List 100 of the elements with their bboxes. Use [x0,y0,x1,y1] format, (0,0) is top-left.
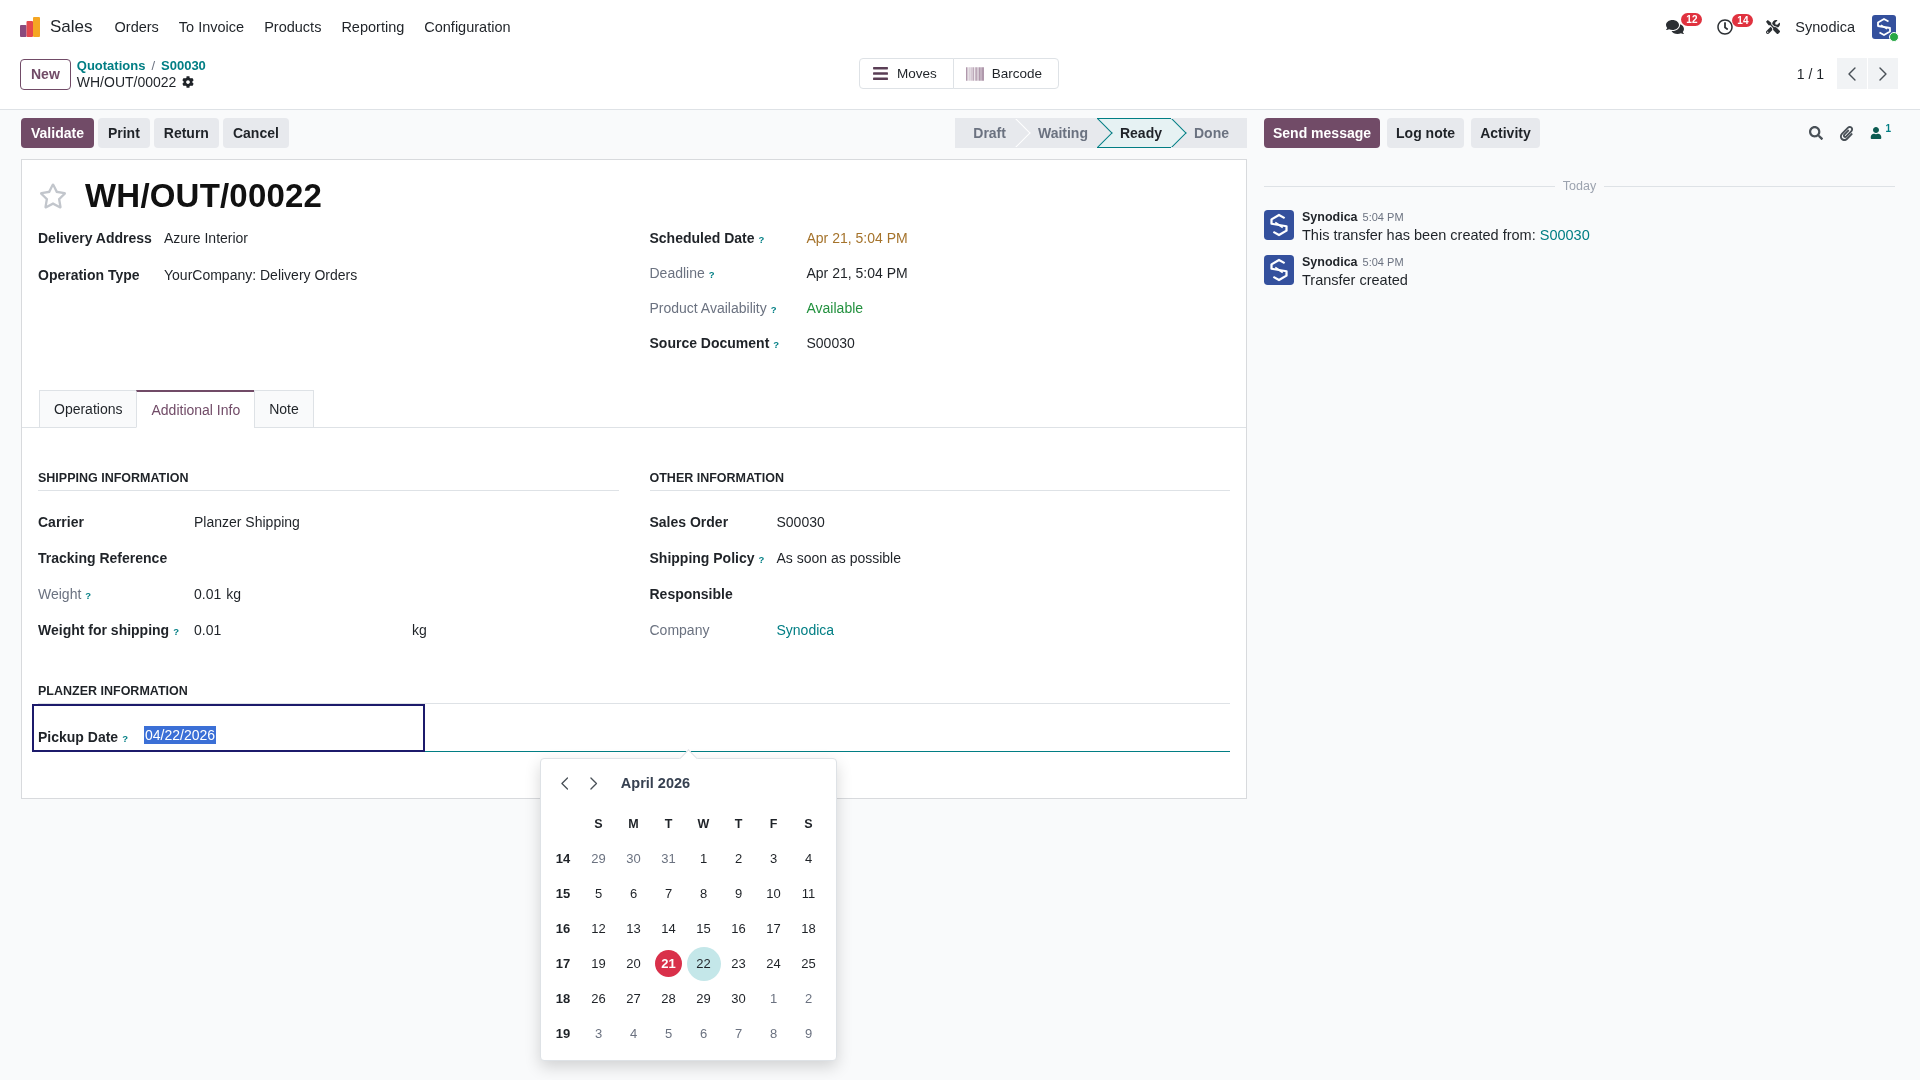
calendar-day[interactable]: 24 [756,946,791,981]
action-button[interactable]: Print [97,118,150,148]
calendar-day[interactable]: 20 [616,946,651,981]
field-label: Tracking Reference [38,550,168,566]
calendar-day[interactable]: 25 [791,946,826,981]
star-icon[interactable] [39,182,68,210]
tab[interactable]: Additional Info [136,390,256,428]
tab[interactable]: Note [254,390,314,428]
help-marker[interactable]: ? [122,733,128,744]
status-stage[interactable]: Draft [955,118,1015,148]
calendar-day[interactable]: 7 [721,1016,756,1051]
week-number: 17 [555,956,571,971]
calendar-day[interactable]: 10 [756,876,791,911]
help-marker[interactable]: ? [773,339,780,350]
calendar-day[interactable]: 26 [581,981,616,1016]
calendar-day[interactable]: 4 [791,841,826,876]
calendar-day[interactable]: 27 [616,981,651,1016]
calendar-day[interactable]: 2 [791,981,826,1016]
tools-icon[interactable] [1766,20,1781,34]
help-marker[interactable]: ? [758,234,765,245]
menu-item[interactable]: Configuration [424,19,511,35]
calendar-day[interactable]: 5 [581,876,616,911]
calendar-day[interactable]: 3 [756,841,791,876]
calendar-day[interactable]: 28 [651,981,686,1016]
calendar-day[interactable]: 3 [581,1016,616,1051]
menu-item[interactable]: Reporting [341,19,405,35]
search-icon[interactable] [1809,126,1824,140]
clock-icon[interactable] [1717,19,1734,35]
help-marker[interactable]: ? [85,590,92,601]
week-number: 18 [555,991,571,1006]
action-button[interactable]: Cancel [222,118,289,148]
breadcrumb-link[interactable]: Quotations [76,58,146,74]
breadcrumb-link[interactable]: S00030 [161,58,206,74]
calendar-day[interactable]: 4 [616,1016,651,1051]
calendar-day[interactable]: 9 [791,1016,826,1051]
calendar-day[interactable]: 21 [655,950,682,977]
action-button[interactable]: Return [153,118,219,148]
calendar-day[interactable]: 12 [581,911,616,946]
date-input[interactable]: 04/22/2026 [144,725,1230,752]
menu-item[interactable]: Products [264,19,322,35]
tab[interactable]: Operations [39,390,138,428]
calendar-day[interactable]: 11 [791,876,826,911]
calendar-day[interactable]: 9 [721,876,756,911]
calendar-day[interactable]: 30 [616,841,651,876]
app-name[interactable]: Sales [50,17,93,37]
paperclip-icon[interactable] [1839,125,1855,141]
record-link[interactable]: S00030 [1539,227,1590,243]
field-value: Apr 21, 5:04 PM [806,265,908,281]
notification-badge: 14 [1732,14,1754,27]
calendar-day[interactable]: 13 [616,911,651,946]
gear-icon[interactable] [182,76,195,88]
app-logo-icon[interactable] [20,17,40,37]
calendar-day[interactable]: 19 [581,946,616,981]
calendar-day[interactable]: 29 [581,841,616,876]
previous-month-button[interactable] [561,776,569,790]
calendar-day[interactable]: 16 [721,911,756,946]
chatter-button[interactable]: Send message [1264,118,1381,148]
help-marker[interactable]: ? [758,554,765,565]
calendar-day[interactable]: 7 [651,876,686,911]
field-value: 0.01 [194,622,222,638]
calendar-day[interactable]: 1 [686,841,721,876]
date-divider-label: Today [1562,179,1597,193]
calendar-day[interactable]: 17 [756,911,791,946]
help-marker[interactable]: ? [173,626,179,637]
next-month-button[interactable] [590,776,598,790]
calendar-day[interactable]: 31 [651,841,686,876]
menu-item[interactable]: Orders [114,19,159,35]
calendar-day[interactable]: 30 [721,981,756,1016]
calendar-day[interactable]: 23 [721,946,756,981]
calendar-day[interactable]: 2 [721,841,756,876]
field-value: 0.01 [194,586,222,602]
menu-item[interactable]: To Invoice [178,19,245,35]
calendar-day[interactable]: 29 [686,981,721,1016]
chatter-button[interactable]: Activity [1471,118,1540,148]
calendar-day[interactable]: 6 [686,1016,721,1051]
calendar-day[interactable]: 18 [791,911,826,946]
calendar-day[interactable]: 22 [686,946,721,981]
chatter-button[interactable]: Log note [1387,118,1465,148]
person-icon[interactable] [1870,127,1883,139]
smart-button[interactable]: Barcode [952,58,1060,89]
action-button[interactable]: Validate [21,118,94,148]
calendar-day[interactable]: 14 [651,911,686,946]
field-label: Weight [38,586,82,602]
calendar-day[interactable]: 6 [616,876,651,911]
field-label: Operation Type [38,267,140,283]
field-value: Azure Interior [164,230,249,246]
smart-button[interactable]: Moves [858,58,954,89]
calendar-day[interactable]: 8 [756,1016,791,1051]
calendar-day[interactable]: 8 [686,876,721,911]
calendar-day[interactable]: 5 [651,1016,686,1051]
weekday-label: T [734,816,743,831]
help-marker[interactable]: ? [708,269,715,280]
user-name[interactable]: Synodica [1795,19,1855,35]
chat-icon[interactable] [1666,18,1685,36]
new-button[interactable]: New [20,58,71,90]
weekday-label: T [664,816,673,831]
calendar-day[interactable]: 1 [756,981,791,1016]
help-marker[interactable]: ? [770,304,777,315]
calendar-day[interactable]: 15 [686,911,721,946]
avatar-icon[interactable] [1872,15,1896,39]
